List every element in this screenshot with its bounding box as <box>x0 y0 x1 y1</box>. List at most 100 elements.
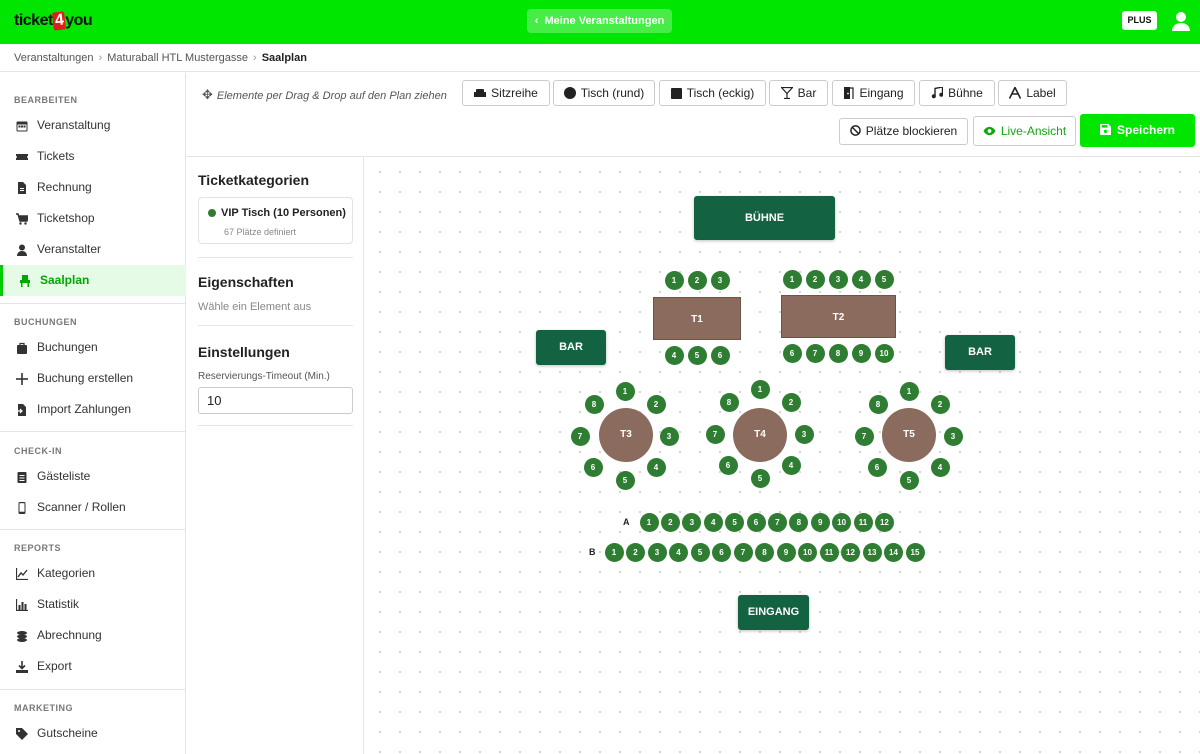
seating-plan-canvas[interactable]: BÜHNE BAR BAR EINGANG T1 T2 T3 T4 T5 A B… <box>365 157 1200 754</box>
stage-element[interactable]: BÜHNE <box>694 196 835 240</box>
sidebar-item-kategorien[interactable]: Kategorien <box>0 558 186 589</box>
t4-seat[interactable]: 5 <box>750 468 770 488</box>
t3-seat[interactable]: 3 <box>659 426 679 446</box>
row-a-seat[interactable]: 7 <box>767 512 787 532</box>
table-t2[interactable]: T2 <box>781 295 896 338</box>
row-a-seat[interactable]: 9 <box>810 512 830 532</box>
row-a-seat[interactable]: 2 <box>660 512 680 532</box>
row-b-seat[interactable]: 10 <box>798 542 817 562</box>
tool-tisch-eckig-button[interactable]: Tisch (eckig) <box>659 80 766 106</box>
t4-seat[interactable]: 4 <box>781 455 801 475</box>
t4-seat[interactable]: 1 <box>750 379 770 399</box>
t5-seat[interactable]: 2 <box>930 394 950 414</box>
timeout-input[interactable] <box>198 387 353 414</box>
save-button[interactable]: Speichern <box>1080 114 1195 147</box>
table-t1[interactable]: T1 <box>653 297 741 340</box>
sidebar-item-import-zahlungen[interactable]: Import Zahlungen <box>0 394 186 425</box>
user-icon[interactable] <box>1170 10 1192 32</box>
t2-seat[interactable]: 2 <box>805 269 825 289</box>
t2-seat[interactable]: 5 <box>874 269 894 289</box>
t4-seat[interactable]: 8 <box>719 392 739 412</box>
breadcrumb-item-events[interactable]: Veranstaltungen <box>14 52 94 64</box>
row-b-seat[interactable]: 5 <box>690 542 710 562</box>
t5-seat[interactable]: 5 <box>899 470 919 490</box>
t4-seat[interactable]: 7 <box>705 424 725 444</box>
sidebar-item-scanner-rollen[interactable]: Scanner / Rollen <box>0 492 186 523</box>
row-a-seat[interactable]: 3 <box>682 512 702 532</box>
sidebar-item-buchung-erstellen[interactable]: Buchung erstellen <box>0 363 186 394</box>
t2-seat[interactable]: 4 <box>851 269 871 289</box>
sidebar-item-veranstalter[interactable]: Veranstalter <box>0 234 186 265</box>
row-a-seat[interactable]: 6 <box>746 512 766 532</box>
row-a-seat[interactable]: 4 <box>703 512 723 532</box>
sidebar-item-gutscheine[interactable]: Gutscheine <box>0 718 186 749</box>
t3-seat[interactable]: 2 <box>646 394 666 414</box>
t2-seat[interactable]: 9 <box>851 343 871 363</box>
sidebar-item-veranstaltung[interactable]: Veranstaltung <box>0 110 186 141</box>
row-b-seat[interactable]: 7 <box>733 542 753 562</box>
entrance-element[interactable]: EINGANG <box>738 595 809 630</box>
row-b-seat[interactable]: 12 <box>841 542 860 562</box>
t3-seat[interactable]: 6 <box>583 457 603 477</box>
block-seats-button[interactable]: Plätze blockieren <box>839 118 968 145</box>
bar-element-right[interactable]: BAR <box>945 335 1015 370</box>
t2-seat[interactable]: 7 <box>805 343 825 363</box>
t5-seat[interactable]: 6 <box>867 457 887 477</box>
sidebar-item-ticketshop[interactable]: Ticketshop <box>0 203 186 234</box>
row-b-seat[interactable]: 4 <box>669 542 688 562</box>
t1-seat[interactable]: 4 <box>664 345 684 365</box>
t5-seat[interactable]: 7 <box>854 426 874 446</box>
t2-seat[interactable]: 8 <box>828 343 848 363</box>
t1-seat[interactable]: 5 <box>687 345 707 365</box>
logo[interactable]: ticket4you <box>14 11 93 31</box>
row-b-seat[interactable]: 11 <box>819 542 839 562</box>
row-a-seat[interactable]: 10 <box>832 512 852 532</box>
row-b-seat[interactable]: 1 <box>604 542 624 562</box>
row-a-seat[interactable]: 11 <box>853 512 873 532</box>
row-b-seat[interactable]: 14 <box>884 542 903 562</box>
sidebar-item-statistik[interactable]: Statistik <box>0 589 186 620</box>
t5-seat[interactable]: 3 <box>943 426 963 446</box>
sidebar-item-abrechnung[interactable]: Abrechnung <box>0 620 186 651</box>
table-t5[interactable]: T5 <box>882 408 936 462</box>
t1-seat[interactable]: 6 <box>710 345 730 365</box>
row-a-seat[interactable]: 5 <box>725 512 745 532</box>
t3-seat[interactable]: 7 <box>570 426 590 446</box>
row-b-seat[interactable]: 6 <box>712 542 731 562</box>
sidebar-item-export[interactable]: Export <box>0 651 186 682</box>
row-b-seat[interactable]: 13 <box>862 542 882 562</box>
row-b-seat[interactable]: 15 <box>905 542 925 562</box>
t1-seat[interactable]: 2 <box>687 270 707 290</box>
tool-buehne-button[interactable]: Bühne <box>919 80 995 106</box>
breadcrumb-item-event[interactable]: Maturaball HTL Mustergasse <box>107 52 248 64</box>
t2-seat[interactable]: 1 <box>782 269 802 289</box>
t3-seat[interactable]: 4 <box>646 457 666 477</box>
t5-seat[interactable]: 4 <box>930 457 950 477</box>
t2-seat[interactable]: 6 <box>782 343 802 363</box>
tool-eingang-button[interactable]: Eingang <box>832 80 915 106</box>
sidebar-item-buchungen[interactable]: Buchungen <box>0 332 186 363</box>
row-b-seat[interactable]: 3 <box>647 542 667 562</box>
ticket-category-card[interactable]: VIP Tisch (10 Personen) 67 Plätze defini… <box>198 197 353 244</box>
sidebar-item-gaesteliste[interactable]: Gästeliste <box>0 461 186 492</box>
t3-seat[interactable]: 5 <box>615 470 635 490</box>
t4-seat[interactable]: 2 <box>781 392 801 412</box>
row-b-seat[interactable]: 2 <box>626 542 645 562</box>
t3-seat[interactable]: 8 <box>584 394 604 414</box>
t1-seat[interactable]: 1 <box>664 270 684 290</box>
row-a-seat[interactable]: 8 <box>789 512 809 532</box>
table-t3[interactable]: T3 <box>599 408 653 462</box>
tool-bar-button[interactable]: Bar <box>769 80 828 106</box>
row-b-seat[interactable]: 9 <box>776 542 796 562</box>
t5-seat[interactable]: 8 <box>868 394 888 414</box>
sidebar-item-rechnung[interactable]: Rechnung <box>0 172 186 203</box>
t1-seat[interactable]: 3 <box>710 270 730 290</box>
sidebar-item-saalplan[interactable]: Saalplan <box>0 265 186 296</box>
tool-tisch-rund-button[interactable]: Tisch (rund) <box>553 80 655 106</box>
bar-element-left[interactable]: BAR <box>536 330 606 365</box>
row-a-seat[interactable]: 12 <box>874 512 894 532</box>
row-a-seat[interactable]: 1 <box>639 512 659 532</box>
row-b-seat[interactable]: 8 <box>755 542 774 562</box>
live-view-button[interactable]: Live-Ansicht <box>973 116 1076 146</box>
tool-label-button[interactable]: Label <box>998 80 1067 106</box>
